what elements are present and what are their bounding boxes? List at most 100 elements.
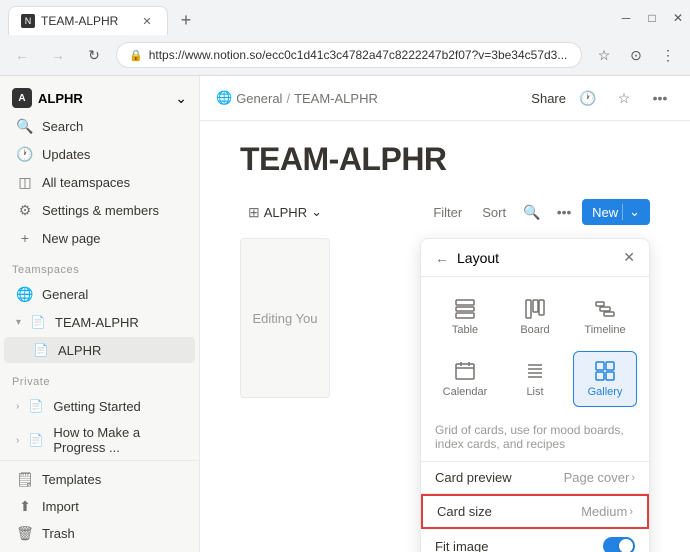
panel-back-button[interactable]: ← (435, 250, 449, 266)
sidebar-item-all-teamspaces[interactable]: ◫ All teamspaces (4, 169, 195, 195)
sort-button[interactable]: Sort (474, 201, 514, 224)
history-button[interactable]: 🕐 (574, 84, 602, 112)
new-page-icon: + (16, 229, 34, 247)
page-title: TEAM-ALPHR (240, 141, 650, 178)
how-to-progress-chevron-icon: › (16, 435, 19, 446)
sidebar-item-updates[interactable]: 🕐 Updates (4, 141, 195, 167)
breadcrumb-icon: 🌐 (216, 90, 232, 106)
breadcrumb-current: TEAM-ALPHR (294, 91, 378, 106)
workspace-icon: A (12, 88, 32, 108)
db-view-chevron-icon: ⌄ (311, 204, 322, 220)
forward-button[interactable]: → (44, 41, 72, 69)
window-controls: ─ □ ✕ (614, 6, 690, 30)
card-preview-setting[interactable]: Card preview Page cover › (421, 462, 649, 494)
workspace-selector[interactable]: A ALPHR ⌄ (0, 84, 199, 112)
sidebar-how-to-progress-label: How to Make a Progress ... (53, 425, 183, 455)
active-tab[interactable]: N TEAM-ALPHR ✕ (8, 6, 168, 35)
sidebar-item-how-to-progress[interactable]: › 📄 How to Make a Progress ... (4, 421, 195, 459)
close-button[interactable]: ✕ (666, 6, 690, 30)
browser-chrome: N TEAM-ALPHR ✕ + ─ □ ✕ ← → ↻ 🔒 https://w… (0, 0, 690, 76)
calendar-icon (454, 360, 476, 382)
db-view-icon: ⊞ (248, 204, 260, 221)
db-view-selector[interactable]: ⊞ ALPHR ⌄ (240, 200, 330, 225)
sidebar-getting-started-label: Getting Started (53, 399, 140, 414)
share-button[interactable]: Share (531, 91, 566, 106)
sidebar-item-getting-started[interactable]: › 📄 Getting Started (4, 393, 195, 419)
favorite-button[interactable]: ☆ (610, 84, 638, 112)
breadcrumb-separator: / (286, 91, 290, 106)
back-button[interactable]: ← (8, 41, 36, 69)
more-button[interactable]: ••• (646, 84, 674, 112)
getting-started-icon: 📄 (27, 397, 45, 415)
app: A ALPHR ⌄ 🔍 Search 🕐 Updates ◫ All teams… (0, 76, 690, 552)
sidebar-import-label: Import (42, 499, 79, 514)
lock-icon: 🔒 (129, 49, 143, 62)
top-actions: Share 🕐 ☆ ••• (531, 84, 674, 112)
layout-option-gallery[interactable]: Gallery (573, 351, 637, 407)
layout-option-table[interactable]: Table (433, 289, 497, 345)
sidebar-item-search[interactable]: 🔍 Search (4, 113, 195, 139)
db-search-button[interactable]: 🔍 (518, 198, 546, 226)
sidebar-item-new-page[interactable]: + New page (4, 225, 195, 251)
menu-button[interactable]: ⋮ (654, 41, 682, 69)
layout-option-board[interactable]: Board (503, 289, 567, 345)
teamspaces-section-header: Teamspaces (0, 252, 199, 280)
teamspaces-icon: ◫ (16, 173, 34, 191)
list-icon (524, 360, 546, 382)
panel-description: Grid of cards, use for mood boards, inde… (421, 419, 649, 462)
sidebar-item-trash[interactable]: 🗑 Trash (4, 520, 195, 546)
private-section-header: Private (0, 364, 199, 392)
reload-button[interactable]: ↻ (80, 41, 108, 69)
sidebar-item-general[interactable]: 🌐 General (4, 281, 195, 307)
board-icon (524, 298, 546, 320)
new-tab-button[interactable]: + (172, 7, 200, 35)
extensions-button[interactable]: ☆ (590, 41, 618, 69)
sidebar-item-import[interactable]: ⬆ Import (4, 493, 195, 519)
sidebar-teamspaces-label: All teamspaces (42, 175, 130, 190)
fit-image-toggle[interactable] (603, 537, 635, 552)
getting-started-chevron-icon: › (16, 401, 19, 412)
sidebar-search-label: Search (42, 119, 83, 134)
team-alphr-chevron-icon: ▾ (16, 317, 21, 328)
team-alphr-icon: 📄 (29, 313, 47, 331)
sidebar-new-page-label: New page (42, 231, 101, 246)
settings-icon: ⚙ (16, 201, 34, 219)
db-actions: Filter Sort 🔍 ••• New ⌄ (425, 198, 650, 226)
sidebar-item-alphr[interactable]: 📄 ALPHR (4, 337, 195, 363)
db-more-button[interactable]: ••• (550, 198, 578, 226)
new-entry-button[interactable]: New ⌄ (582, 199, 650, 225)
url-bar[interactable]: 🔒 https://www.notion.so/ecc0c1d41c3c4782… (116, 42, 582, 68)
layout-option-calendar[interactable]: Calendar (433, 351, 497, 407)
fit-image-setting[interactable]: Fit image (421, 529, 649, 552)
how-to-progress-icon: 📄 (27, 431, 45, 449)
layout-panel: ← Layout ✕ Table (420, 238, 650, 552)
gallery-icon (594, 360, 616, 382)
tab-favicon: N (21, 14, 35, 28)
layout-option-timeline[interactable]: Timeline (573, 289, 637, 345)
breadcrumb: 🌐 General / TEAM-ALPHR (216, 90, 523, 106)
layout-option-list[interactable]: List (503, 351, 567, 407)
card-preview-label: Card preview (435, 470, 564, 485)
db-view-name: ALPHR (264, 205, 307, 220)
board-option-label: Board (520, 324, 549, 336)
maximize-button[interactable]: □ (640, 6, 664, 30)
updates-icon: 🕐 (16, 145, 34, 163)
panel-close-button[interactable]: ✕ (623, 249, 635, 266)
editing-preview: Editing You (240, 238, 330, 398)
card-size-label: Card size (437, 504, 581, 519)
tab-bar: N TEAM-ALPHR ✕ + (0, 0, 208, 35)
tab-close-button[interactable]: ✕ (139, 13, 155, 29)
sidebar-team-alphr-label: TEAM-ALPHR (55, 315, 139, 330)
filter-button[interactable]: Filter (425, 201, 470, 224)
sidebar-item-templates[interactable]: 🗒 Templates (4, 466, 195, 492)
profile-button[interactable]: ⊙ (622, 41, 650, 69)
trash-icon: 🗑 (16, 524, 34, 542)
card-size-value: Medium › (581, 504, 633, 519)
minimize-button[interactable]: ─ (614, 6, 638, 30)
browser-actions: ☆ ⊙ ⋮ (590, 41, 682, 69)
sidebar-item-team-alphr[interactable]: ▾ 📄 TEAM-ALPHR (4, 309, 195, 335)
address-bar: ← → ↻ 🔒 https://www.notion.so/ecc0c1d41c… (0, 35, 690, 75)
calendar-option-label: Calendar (443, 386, 488, 398)
card-size-setting[interactable]: Card size Medium › (421, 494, 649, 529)
sidebar-item-settings[interactable]: ⚙ Settings & members (4, 197, 195, 223)
